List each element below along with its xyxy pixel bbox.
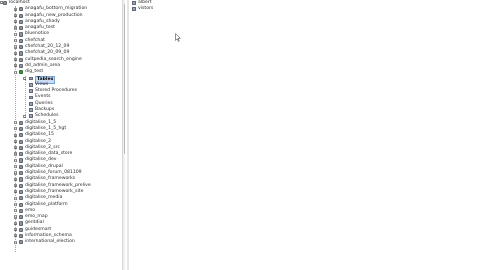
database-icon [19, 215, 23, 220]
database-icon [19, 183, 23, 188]
database-icon [19, 152, 23, 157]
database-icon [19, 139, 23, 144]
database-icon [19, 177, 23, 182]
database-icon [19, 57, 23, 62]
database-icon [19, 38, 23, 43]
database-icon [19, 240, 23, 245]
scrollbar-thumb[interactable] [123, 4, 125, 154]
mouse-cursor-icon [175, 33, 181, 42]
table-icon [132, 7, 136, 12]
table-icon [132, 1, 136, 5]
database-icon [19, 233, 23, 239]
tree-scrollbar[interactable] [122, 0, 125, 270]
database-icon [19, 19, 23, 25]
folder-icon [29, 95, 33, 100]
database-icon [19, 171, 23, 176]
tree-guide-line [24, 75, 26, 117]
database-icon [19, 221, 23, 226]
database-icon [19, 227, 23, 232]
database-icon [19, 13, 23, 18]
folder-icon [29, 76, 33, 81]
database-item[interactable]: + international_election [0, 239, 125, 245]
database-icon [19, 202, 23, 207]
database-icon [19, 196, 23, 201]
table-list-panel: albert vistors [129, 0, 480, 270]
database-icon [19, 120, 23, 125]
folder-icon [29, 114, 33, 119]
folder-icon [29, 108, 33, 112]
database-icon [19, 133, 23, 138]
database-icon [19, 126, 23, 132]
tree-guide-line [15, 6, 16, 252]
database-icon [19, 45, 23, 50]
table-item-label: vistors [138, 6, 154, 12]
database-icon [19, 63, 23, 69]
folder-icon [29, 89, 33, 94]
database-icon [19, 145, 23, 151]
database-icon [19, 158, 23, 163]
database-icon [19, 189, 23, 195]
database-open-icon [19, 70, 23, 75]
database-icon [19, 164, 23, 169]
folder-icon [29, 101, 33, 106]
object-browser: − localhost + anagafu_bottom_migration + anag… [0, 0, 125, 270]
database-label: international_election [25, 239, 75, 245]
server-icon [3, 1, 7, 6]
database-icon [19, 51, 23, 56]
database-icon [19, 32, 23, 37]
database-icon [19, 7, 23, 12]
database-icon [19, 208, 23, 213]
folder-icon [29, 82, 33, 87]
database-icon [19, 26, 23, 31]
database-tree: − localhost + anagafu_bottom_migration + anag… [0, 0, 125, 252]
